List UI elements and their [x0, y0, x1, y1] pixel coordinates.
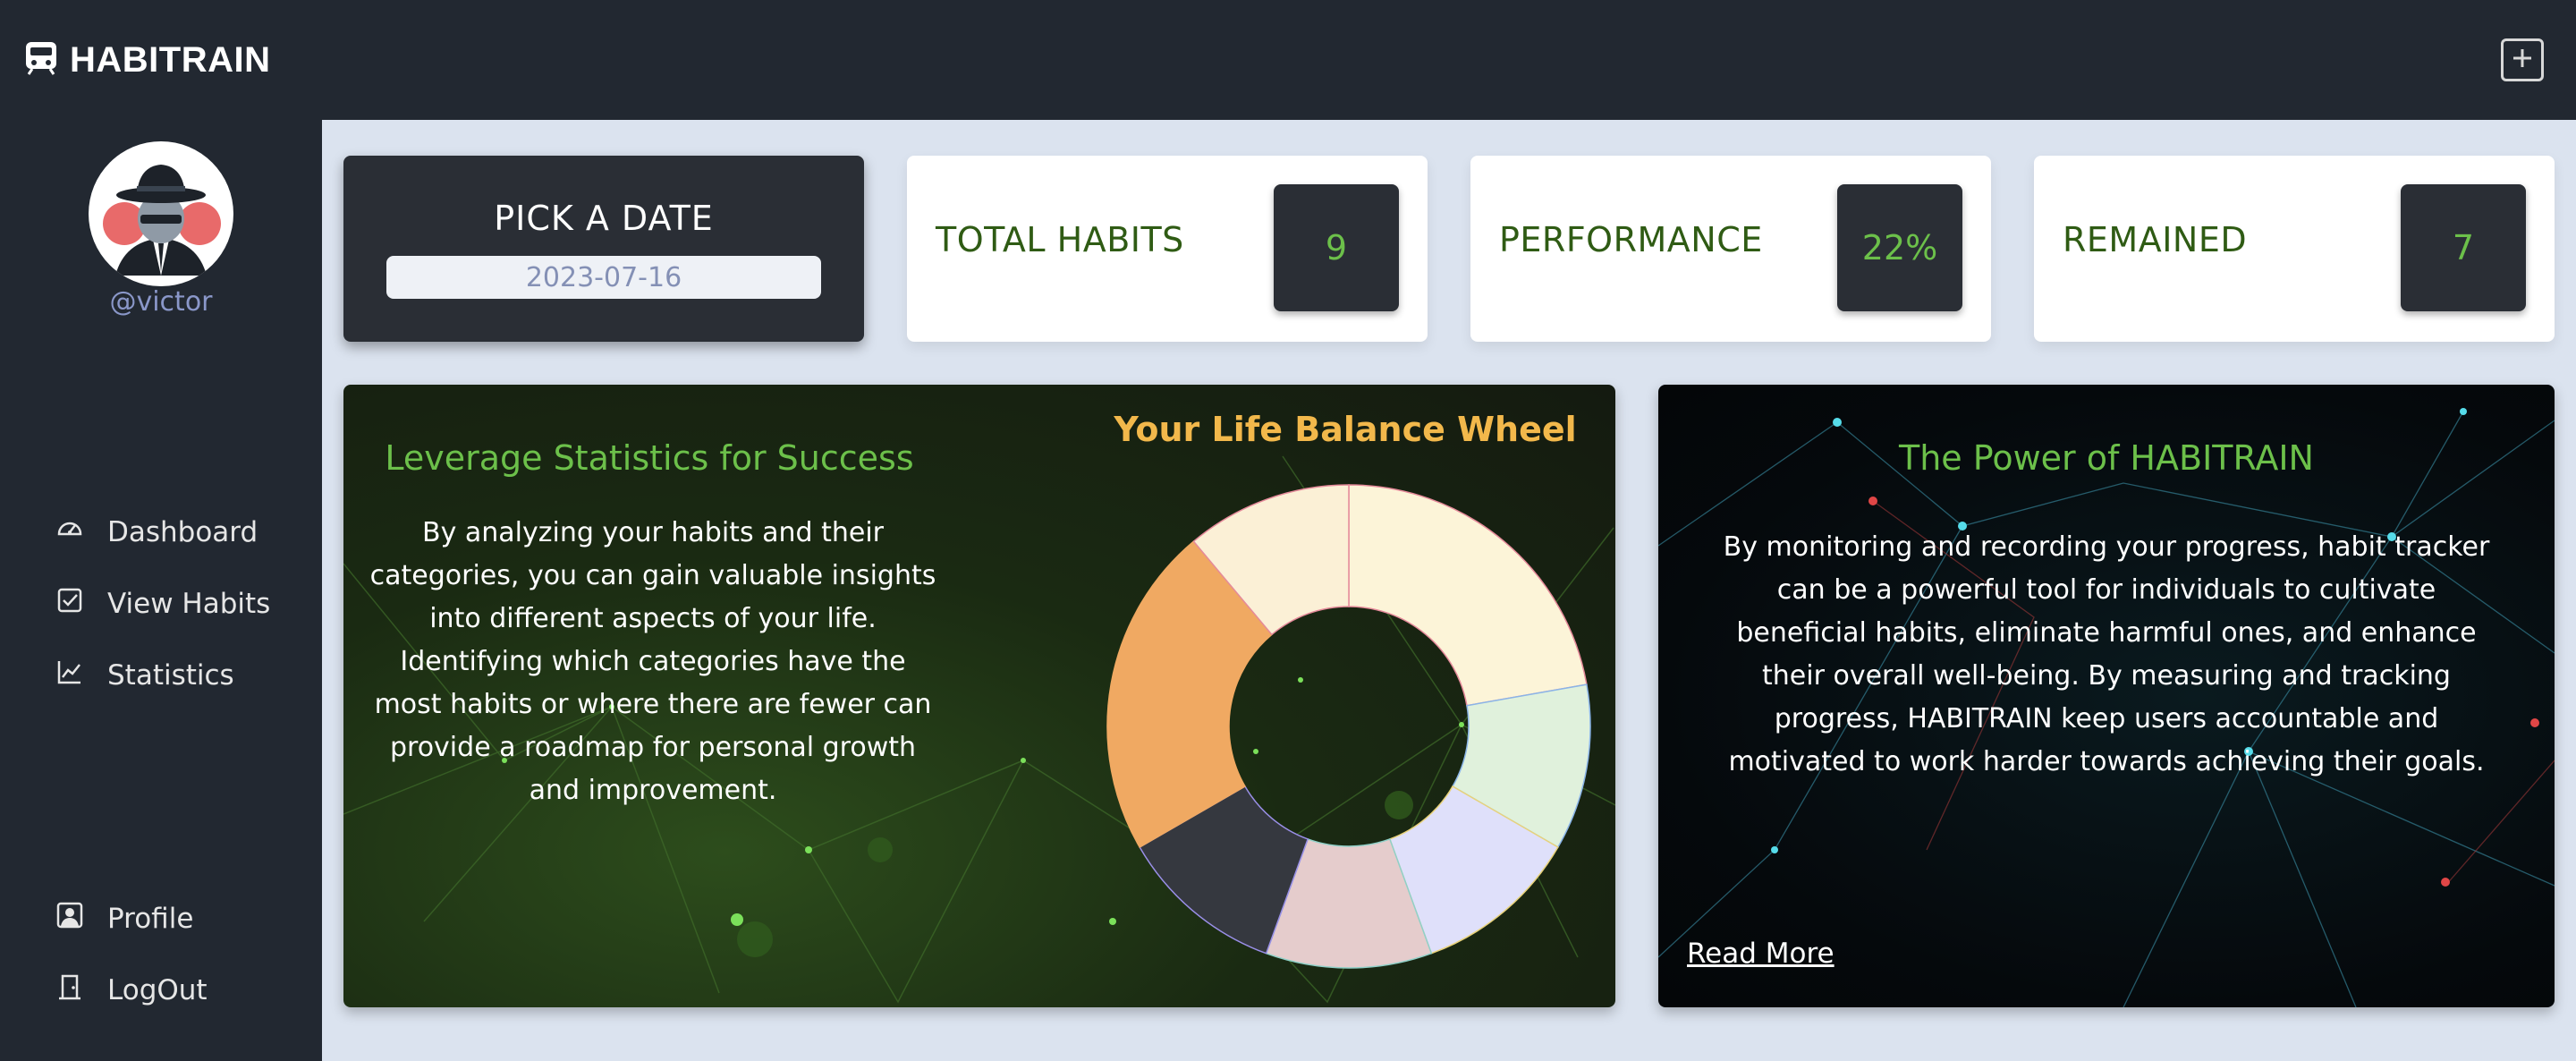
stat-value: 7	[2401, 184, 2526, 311]
statistics-panel: Leverage Statistics for Success By analy…	[343, 385, 1615, 1007]
person-square-icon	[55, 901, 84, 937]
nav-label: LogOut	[107, 974, 208, 1006]
nav-logout[interactable]: LogOut	[55, 972, 208, 1008]
door-exit-icon	[55, 972, 84, 1008]
plus-square-icon	[2511, 47, 2534, 73]
stat-value: 9	[1274, 184, 1399, 311]
stats-panel-heading: Leverage Statistics for Success	[385, 438, 914, 478]
power-panel: The Power of HABITRAIN By monitoring and…	[1658, 385, 2555, 1007]
line-chart-icon	[55, 658, 84, 693]
wheel-slice-0[interactable]	[1348, 484, 1588, 707]
brand[interactable]: HABITRAIN	[25, 40, 270, 81]
total-habits-card: TOTAL HABITS 9	[907, 156, 1428, 342]
stat-label: PERFORMANCE	[1499, 220, 1763, 259]
date-picker-card: PICK A DATE	[343, 156, 864, 342]
check-square-icon	[55, 586, 84, 622]
stats-panel-body: By analyzing your habits and their categ…	[369, 517, 936, 806]
nav-dashboard[interactable]: Dashboard	[55, 514, 258, 550]
performance-card: PERFORMANCE 22%	[1470, 156, 1991, 342]
username[interactable]: @victor	[0, 286, 322, 318]
nav-view-habits[interactable]: View Habits	[55, 586, 270, 622]
stat-label: REMAINED	[2063, 220, 2248, 259]
read-more-link[interactable]: Read More	[1687, 938, 1835, 970]
top-bar: HABITRAIN	[0, 0, 2576, 120]
nav-label: View Habits	[107, 588, 271, 620]
date-picker-title: PICK A DATE	[494, 199, 714, 238]
nav-profile[interactable]: Profile	[55, 901, 193, 937]
nav-label: Dashboard	[107, 516, 258, 548]
life-balance-wheel	[1106, 484, 1591, 969]
avatar[interactable]	[89, 141, 233, 286]
stat-label: TOTAL HABITS	[936, 220, 1184, 259]
power-panel-body: By monitoring and recording your progres…	[1723, 531, 2490, 777]
train-icon	[25, 41, 57, 79]
speedometer-icon	[55, 514, 84, 550]
detective-avatar	[97, 149, 225, 278]
nav-label: Statistics	[107, 659, 234, 692]
stat-value: 22%	[1837, 184, 1962, 311]
remained-card: REMAINED 7	[2034, 156, 2555, 342]
chart-title: Your Life Balance Wheel	[1114, 410, 1577, 449]
nav-statistics[interactable]: Statistics	[55, 658, 234, 693]
power-panel-heading: The Power of HABITRAIN	[1899, 438, 2314, 478]
sidebar: @victor Dashboard View Habits Statistics…	[0, 120, 322, 1061]
date-input[interactable]	[386, 256, 821, 299]
add-habit-button[interactable]	[2501, 38, 2544, 81]
nav-label: Profile	[107, 903, 194, 935]
app-title: HABITRAIN	[70, 39, 271, 80]
